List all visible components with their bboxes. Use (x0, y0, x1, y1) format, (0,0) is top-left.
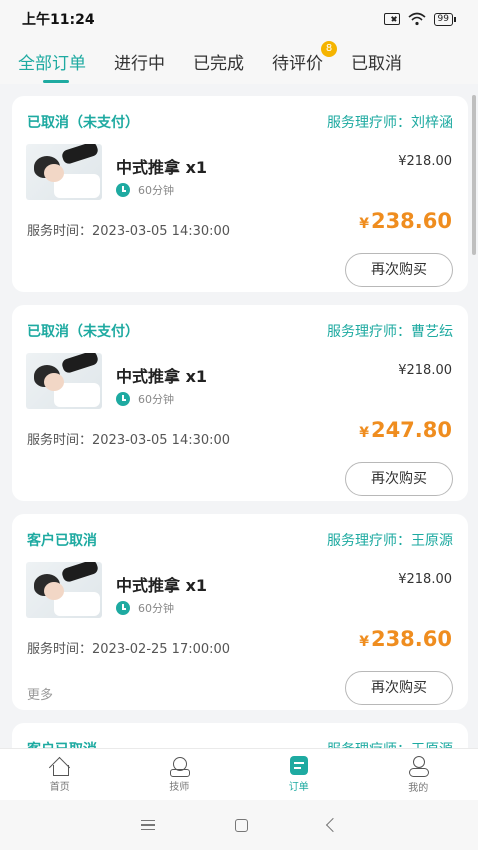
tab-label: 待评价 (272, 53, 323, 74)
tab-label: 全部订单 (18, 53, 86, 74)
nav-label: 技师 (169, 781, 190, 793)
order-tabs: 全部订单 进行中 已完成 待评价 8 已取消 (0, 38, 478, 84)
home-square-icon[interactable] (234, 818, 248, 832)
status-bar: 上午11:24 99 (0, 0, 478, 38)
service-time: 服务时间：2023-03-05 14:30:00 (27, 224, 231, 239)
tab-in-progress[interactable]: 进行中 (114, 43, 165, 80)
more-link[interactable]: 更多 (27, 684, 53, 703)
home-icon (50, 757, 70, 776)
service-duration: 60分钟 (116, 182, 174, 198)
unit-price: ¥218.00 (398, 363, 452, 378)
order-status: 已取消（未支付） (27, 324, 139, 340)
service-thumbnail (26, 562, 102, 618)
no-sim-icon (383, 13, 400, 25)
nav-profile[interactable]: 我的 (359, 749, 478, 800)
duration-text: 60分钟 (138, 184, 174, 197)
system-nav-bar (0, 800, 478, 850)
therapist-name: 服务理疗师：王原源 (327, 533, 453, 549)
nav-label: 我的 (408, 782, 429, 794)
clock-icon (116, 601, 130, 615)
service-thumbnail (26, 144, 102, 200)
back-icon[interactable] (325, 817, 340, 833)
duration-text: 60分钟 (138, 602, 174, 615)
clock-icon (116, 392, 130, 406)
nav-orders[interactable]: 订单 (239, 749, 359, 800)
rebuy-button[interactable]: 再次购买 (345, 462, 453, 496)
order-card[interactable]: 客户已取消 服务理疗师：王原源 中式推拿 x1 60分钟 ¥218.00 服务时… (12, 514, 468, 710)
battery-level: 99 (433, 12, 453, 26)
technician-icon (169, 756, 191, 777)
tab-all-orders[interactable]: 全部订单 (18, 43, 86, 83)
service-name: 中式推拿 x1 (116, 367, 208, 386)
duration-text: 60分钟 (138, 393, 174, 406)
tab-completed[interactable]: 已完成 (193, 43, 244, 80)
status-icons: 99 (383, 12, 456, 26)
order-total: ¥238.60 (359, 627, 452, 651)
menu-icon[interactable] (140, 820, 155, 830)
bottom-nav: 首页 技师 订单 我的 (0, 748, 478, 800)
order-icon (289, 756, 308, 775)
order-status: 客户已取消 (27, 533, 97, 549)
therapist-name: 服务理疗师：刘梓涵 (327, 115, 453, 131)
nav-label: 首页 (49, 781, 70, 793)
nav-home[interactable]: 首页 (0, 749, 120, 800)
tab-label: 进行中 (114, 53, 165, 74)
tab-pending-review[interactable]: 待评价 8 (272, 40, 337, 80)
order-status: 已取消（未支付） (27, 115, 139, 131)
clock-icon (116, 183, 130, 197)
status-time: 上午11:24 (22, 12, 95, 28)
service-duration: 60分钟 (116, 391, 174, 407)
unit-price: ¥218.00 (398, 572, 452, 587)
order-total: ¥238.60 (359, 209, 452, 233)
rebuy-button[interactable]: 再次购买 (345, 253, 453, 287)
nav-label: 订单 (288, 782, 309, 793)
unit-price: ¥218.00 (398, 154, 452, 169)
pending-review-badge: 8 (321, 40, 337, 57)
tab-label: 已取消 (351, 53, 402, 74)
battery-icon: 99 (433, 12, 456, 26)
service-time: 服务时间：2023-02-25 17:00:00 (27, 642, 231, 657)
service-thumbnail (26, 353, 102, 409)
wifi-icon (408, 12, 426, 26)
order-card[interactable]: 已取消（未支付） 服务理疗师：刘梓涵 中式推拿 x1 60分钟 ¥218.00 … (12, 96, 468, 292)
tab-cancelled[interactable]: 已取消 (351, 43, 402, 80)
service-duration: 60分钟 (116, 600, 174, 616)
tab-label: 已完成 (193, 53, 244, 74)
service-time: 服务时间：2023-03-05 14:30:00 (27, 433, 231, 448)
therapist-name: 服务理疗师：曹艺纭 (327, 324, 453, 340)
service-name: 中式推拿 x1 (116, 158, 208, 177)
service-name: 中式推拿 x1 (116, 576, 208, 595)
order-card[interactable]: 已取消（未支付） 服务理疗师：曹艺纭 中式推拿 x1 60分钟 ¥218.00 … (12, 305, 468, 501)
profile-icon (408, 755, 430, 777)
rebuy-button[interactable]: 再次购买 (345, 671, 453, 705)
scrollbar[interactable] (472, 95, 476, 255)
order-total: ¥247.80 (359, 418, 452, 442)
nav-technician[interactable]: 技师 (120, 749, 240, 800)
